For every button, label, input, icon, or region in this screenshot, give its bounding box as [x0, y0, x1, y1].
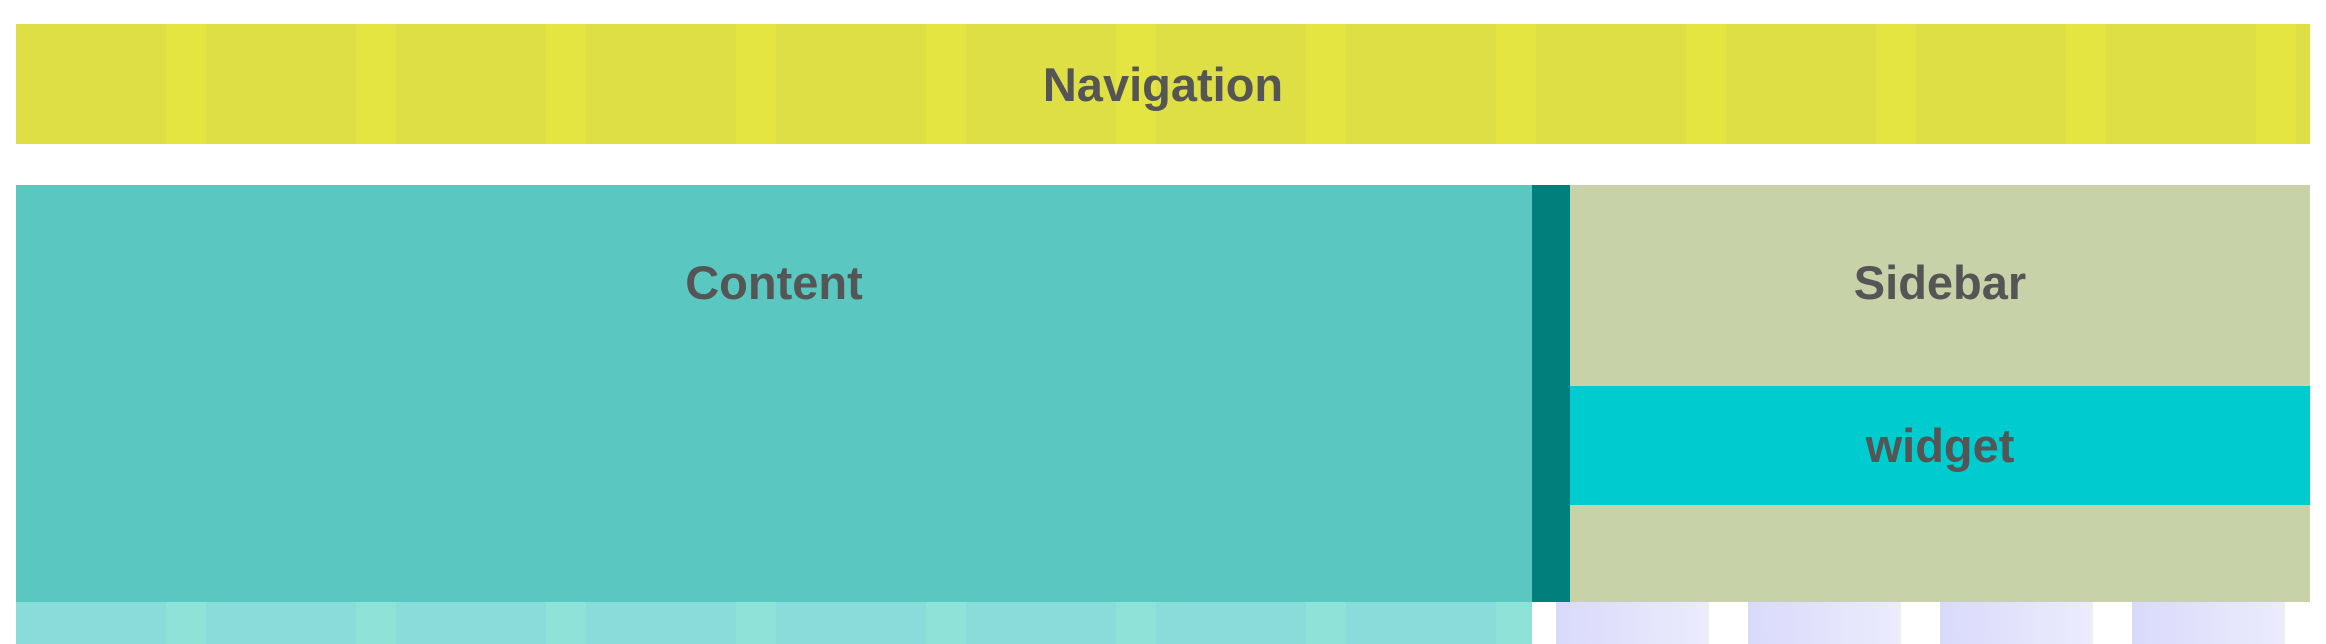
footer-block	[1940, 602, 2093, 644]
widget-label: widget	[1865, 419, 2015, 472]
content-sidebar-divider	[1532, 185, 1570, 602]
layout-demo-page: Navigation Content Sidebar widget	[0, 0, 2326, 644]
sidebar-label: Sidebar	[1853, 256, 2027, 309]
footer-block	[2132, 602, 2285, 644]
content-label: Content	[685, 256, 863, 309]
sidebar-area: Sidebar widget	[1570, 185, 2310, 602]
footer-left-strip	[16, 602, 1532, 644]
footer-block	[1748, 602, 1901, 644]
footer-block	[1556, 602, 1709, 644]
content-area: Content	[16, 185, 1532, 602]
navigation-bar: Navigation	[16, 24, 2310, 144]
navigation-label: Navigation	[1042, 57, 1284, 111]
sidebar-widget: widget	[1570, 386, 2310, 505]
